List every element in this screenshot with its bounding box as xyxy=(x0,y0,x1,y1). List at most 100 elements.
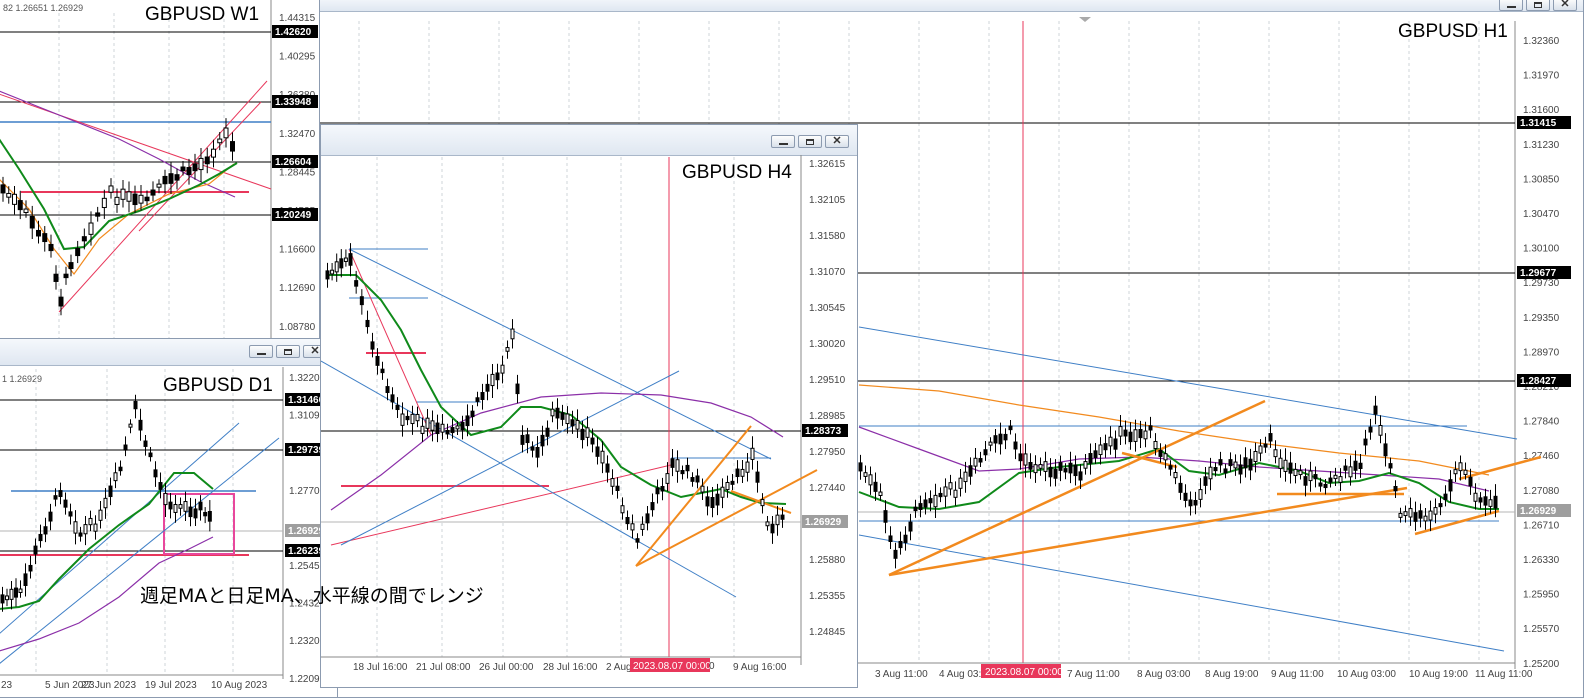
candlestick xyxy=(12,193,17,205)
candlestick xyxy=(81,236,87,242)
candlestick xyxy=(883,510,888,523)
candlestick xyxy=(162,175,168,185)
candlestick xyxy=(615,485,620,492)
candlestick xyxy=(98,509,103,521)
candlestick xyxy=(1413,512,1418,522)
candlestick xyxy=(1373,405,1378,415)
time-marker-label: 2023.08.07 00:00 xyxy=(985,667,1063,678)
candlestick xyxy=(1208,466,1213,480)
candlestick xyxy=(893,549,898,559)
candlestick xyxy=(359,296,364,306)
candlestick xyxy=(660,485,665,492)
price-scale-label: 1.26330 xyxy=(1523,555,1560,566)
candlestick xyxy=(1173,471,1178,479)
level-label: 1.28427 xyxy=(1520,376,1557,387)
candlestick xyxy=(1203,476,1208,486)
candlestick xyxy=(211,148,216,158)
candlestick xyxy=(186,167,192,175)
candlestick xyxy=(78,532,83,537)
candlestick xyxy=(535,446,540,458)
candlestick xyxy=(1268,433,1273,442)
candlestick xyxy=(1388,463,1393,469)
time-axis-label: 9 Aug 16:00 xyxy=(733,662,787,673)
candlestick xyxy=(610,478,615,487)
candlestick xyxy=(1223,468,1228,474)
candlestick xyxy=(1488,499,1493,507)
candlestick xyxy=(1013,441,1018,450)
candlestick xyxy=(775,514,780,526)
candlestick xyxy=(128,423,133,428)
candlestick xyxy=(1368,426,1373,433)
candlestick xyxy=(1293,468,1298,477)
candlestick xyxy=(132,193,138,206)
candlestick xyxy=(440,423,445,433)
candlestick xyxy=(75,248,81,257)
candlestick xyxy=(720,486,725,498)
price-scale-label: 1.30850 xyxy=(1523,174,1560,185)
candlestick xyxy=(685,464,690,472)
level-label: 1.26604 xyxy=(275,157,312,168)
candlestick xyxy=(144,196,150,202)
time-axis-label: 26 Jul 00:00 xyxy=(479,662,534,673)
candlestick xyxy=(863,472,868,477)
candlestick xyxy=(28,564,33,572)
chart-shift-marker[interactable] xyxy=(1079,17,1091,22)
candlestick xyxy=(343,257,348,262)
candlestick xyxy=(33,545,38,555)
time-axis-label: 8 Aug 03:00 xyxy=(1137,669,1191,680)
candlestick xyxy=(1098,444,1103,456)
candlestick xyxy=(1288,462,1293,474)
candlestick xyxy=(460,421,465,431)
price-scale-label: 1.30100 xyxy=(1523,244,1560,255)
candlestick xyxy=(101,197,107,209)
price-scale-label: 1.30545 xyxy=(809,303,846,314)
candlestick xyxy=(354,280,359,287)
candlestick xyxy=(1323,483,1328,489)
candlestick xyxy=(715,493,720,506)
chart-window-w1[interactable]: 82 1.26651 1.26929 1.443151.402951.36380… xyxy=(0,0,320,343)
candlestick xyxy=(943,486,948,497)
candlestick xyxy=(1423,515,1428,522)
candlestick xyxy=(520,434,525,445)
candlestick xyxy=(415,413,420,422)
candlestick xyxy=(68,511,73,517)
candlestick xyxy=(173,504,178,513)
candlestick xyxy=(1438,503,1443,508)
candlestick xyxy=(183,501,188,512)
candlestick xyxy=(585,427,590,438)
candlestick xyxy=(1248,458,1253,471)
candlestick xyxy=(580,428,585,441)
price-scale-label: 1.32615 xyxy=(809,159,846,170)
price-scale-label: 1.32470 xyxy=(279,129,316,140)
candlestick xyxy=(53,273,59,282)
price-scale-label: 1.25355 xyxy=(809,591,846,602)
candlestick xyxy=(948,482,953,490)
candlestick xyxy=(505,347,510,352)
chart-window-d1[interactable]: ✕ 1 1.26929 1.322001.310901.288401.27700… xyxy=(0,338,338,698)
chart-symbol-label: GBPUSD H1 xyxy=(1398,21,1508,42)
price-scale-label: 1.31600 xyxy=(1523,105,1560,116)
candlestick xyxy=(1063,468,1068,473)
time-axis-label: 0 xyxy=(709,661,715,672)
w1-chart-canvas[interactable]: 82 1.26651 1.26929 1.443151.402951.36380… xyxy=(0,0,320,343)
candlestick xyxy=(1278,457,1283,469)
candlestick xyxy=(95,212,101,217)
candlestick xyxy=(14,587,18,598)
candlestick xyxy=(1003,433,1008,441)
candlestick xyxy=(153,469,158,478)
candlestick xyxy=(1058,462,1063,471)
price-scale-label: 1.28445 xyxy=(279,167,316,178)
price-scale-label: 1.08780 xyxy=(279,322,316,333)
candlestick xyxy=(1328,477,1333,483)
candlestick xyxy=(1433,507,1438,515)
candlestick xyxy=(73,521,78,534)
candlestick xyxy=(645,513,650,524)
candlestick xyxy=(53,495,58,500)
candlestick xyxy=(1148,425,1153,431)
candlestick xyxy=(123,444,128,451)
candlestick xyxy=(9,588,14,600)
price-scale-label: 1.32360 xyxy=(1523,36,1560,47)
candlestick xyxy=(465,415,470,427)
candlestick xyxy=(58,296,64,307)
analysis-annotation: 週足MAと日足MA、水平線の間でレンジ xyxy=(140,585,484,607)
